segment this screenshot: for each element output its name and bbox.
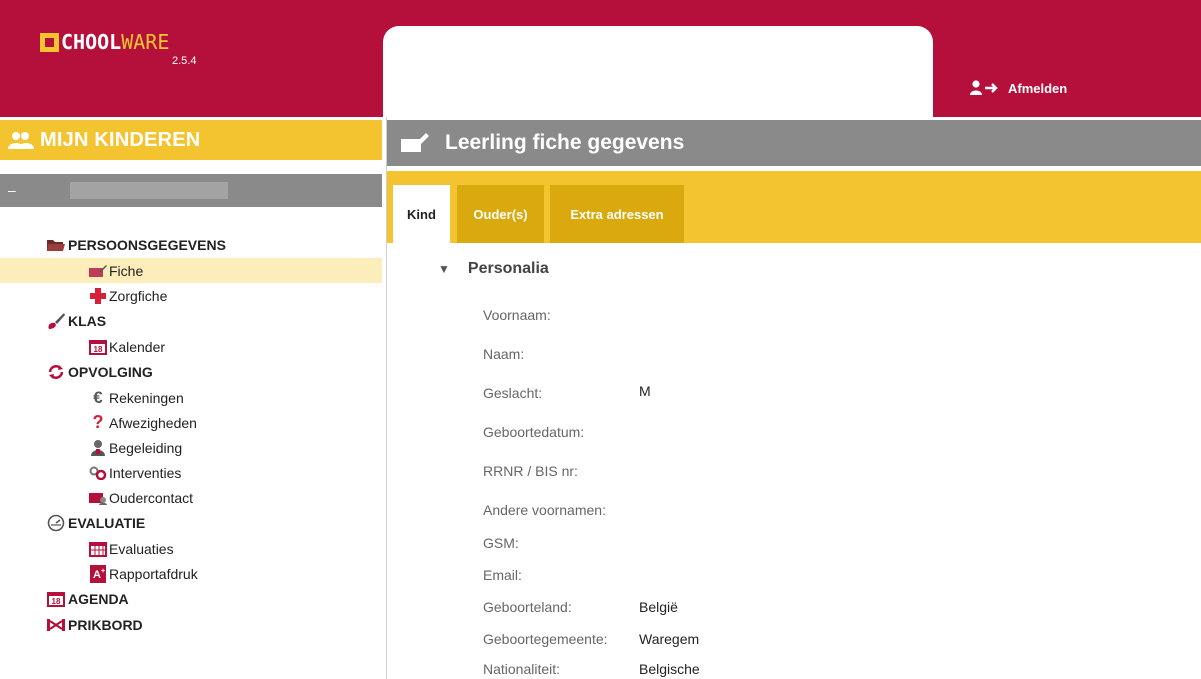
sidebar-item-begeleiding[interactable]: Begeleiding	[0, 435, 382, 460]
collapse-icon[interactable]: –	[8, 182, 16, 198]
svg-text:A: A	[93, 569, 101, 581]
menu-section-klas[interactable]: KLAS	[0, 308, 382, 334]
sidebar-menu: PERSOONSGEGEVENS Fiche Zorgfiche KLAS 18…	[0, 232, 382, 638]
edit-card-icon	[88, 263, 108, 279]
svg-text:+: +	[101, 568, 105, 575]
field-label-geboortedatum: Geboortedatum:	[483, 424, 585, 440]
sidebar-item-interventies[interactable]: Interventies	[0, 460, 382, 485]
field-label-andere-voornamen: Andere voornamen:	[483, 502, 606, 518]
children-icon	[8, 132, 34, 149]
logout-button[interactable]: Afmelden	[970, 80, 1067, 96]
link-icon	[88, 465, 108, 481]
field-value-geboortegemeente: Waregem	[639, 631, 700, 647]
sidebar-item-kalender[interactable]: 18 Kalender	[0, 334, 382, 359]
schoolware-logo[interactable]: CHOOLWARE 2.5.4	[40, 30, 196, 67]
person-icon	[88, 439, 108, 456]
contact-icon	[88, 490, 108, 506]
calendar-grid-icon	[88, 541, 108, 557]
sidebar-header: MIJN KINDEREN	[0, 120, 382, 160]
top-panel	[383, 26, 933, 117]
calendar-icon: 18	[46, 591, 66, 607]
field-value-geboorteland: België	[639, 599, 678, 615]
field-label-gsm: GSM:	[483, 535, 519, 551]
sidebar-item-oudercontact[interactable]: Oudercontact	[0, 485, 382, 510]
section-title: Personalia	[467, 260, 549, 277]
svg-text:18: 18	[94, 345, 103, 354]
app-header: CHOOLWARE 2.5.4 Afmelden	[0, 0, 1201, 117]
euro-icon: €	[93, 387, 103, 407]
collapse-triangle-icon: ▼	[438, 262, 450, 276]
version-label: 2.5.4	[172, 55, 197, 67]
sidebar-item-evaluaties[interactable]: Evaluaties	[0, 536, 382, 561]
menu-section-agenda[interactable]: 18 AGENDA	[0, 586, 382, 612]
edit-card-icon	[401, 133, 429, 152]
field-label-rrnr: RRNR / BIS nr:	[483, 463, 578, 479]
brush-icon	[46, 313, 66, 329]
child-name	[70, 182, 228, 199]
tab-ouders[interactable]: Ouder(s)	[457, 185, 544, 243]
gauge-icon	[46, 514, 66, 532]
page-title: Leerling fiche gegevens	[445, 131, 685, 154]
logout-label: Afmelden	[1008, 80, 1068, 96]
sidebar-item-rapportafdruk[interactable]: A + Rapportafdruk	[0, 561, 382, 586]
sidebar-item-zorgfiche[interactable]: Zorgfiche	[0, 283, 382, 308]
refresh-icon	[46, 364, 66, 380]
svg-text:18: 18	[52, 597, 61, 606]
field-value-geslacht: M	[639, 383, 651, 399]
menu-section-persoonsgegevens[interactable]: PERSOONSGEGEVENS	[0, 232, 382, 258]
report-icon: A +	[88, 564, 108, 583]
calendar-icon: 18	[88, 339, 108, 355]
content-header: Leerling fiche gegevens	[387, 120, 1201, 166]
user-logout-icon	[970, 80, 998, 95]
menu-section-prikbord[interactable]: PRIKBORD	[0, 612, 382, 638]
menu-section-opvolging[interactable]: OPVOLGING	[0, 359, 382, 385]
tab-bar: Kind Ouder(s) Extra adressen	[387, 171, 1201, 243]
field-label-email: Email:	[483, 567, 522, 583]
logo-text: CHOOLWARE	[61, 30, 170, 54]
question-icon: ?	[92, 412, 104, 432]
red-cross-icon	[88, 287, 108, 304]
sidebar-item-rekeningen[interactable]: € Rekeningen	[0, 385, 382, 410]
sidebar-title: MIJN KINDEREN	[40, 128, 201, 151]
field-label-voornaam: Voornaam:	[483, 307, 551, 323]
pin-board-icon	[46, 617, 66, 633]
folder-icon	[46, 237, 66, 253]
field-label-geboortegemeente: Geboortegemeente:	[483, 631, 608, 647]
child-selector[interactable]: –	[0, 174, 382, 207]
field-value-nationaliteit: Belgische	[639, 661, 700, 677]
tab-extra-adressen[interactable]: Extra adressen	[550, 185, 684, 243]
tab-kind[interactable]: Kind	[393, 185, 450, 243]
sidebar-item-afwezigheden[interactable]: ? Afwezigheden	[0, 410, 382, 435]
sidebar-item-fiche[interactable]: Fiche	[0, 258, 382, 283]
menu-section-evaluatie[interactable]: EVALUATIE	[0, 510, 382, 536]
field-label-nationaliteit: Nationaliteit:	[483, 661, 561, 677]
field-label-geboorteland: Geboorteland:	[483, 599, 572, 615]
personalia-section-toggle[interactable]: ▼ Personalia	[438, 260, 549, 278]
field-label-naam: Naam:	[483, 346, 525, 362]
logo-mark-icon	[40, 32, 59, 52]
field-label-geslacht: Geslacht:	[483, 385, 543, 401]
